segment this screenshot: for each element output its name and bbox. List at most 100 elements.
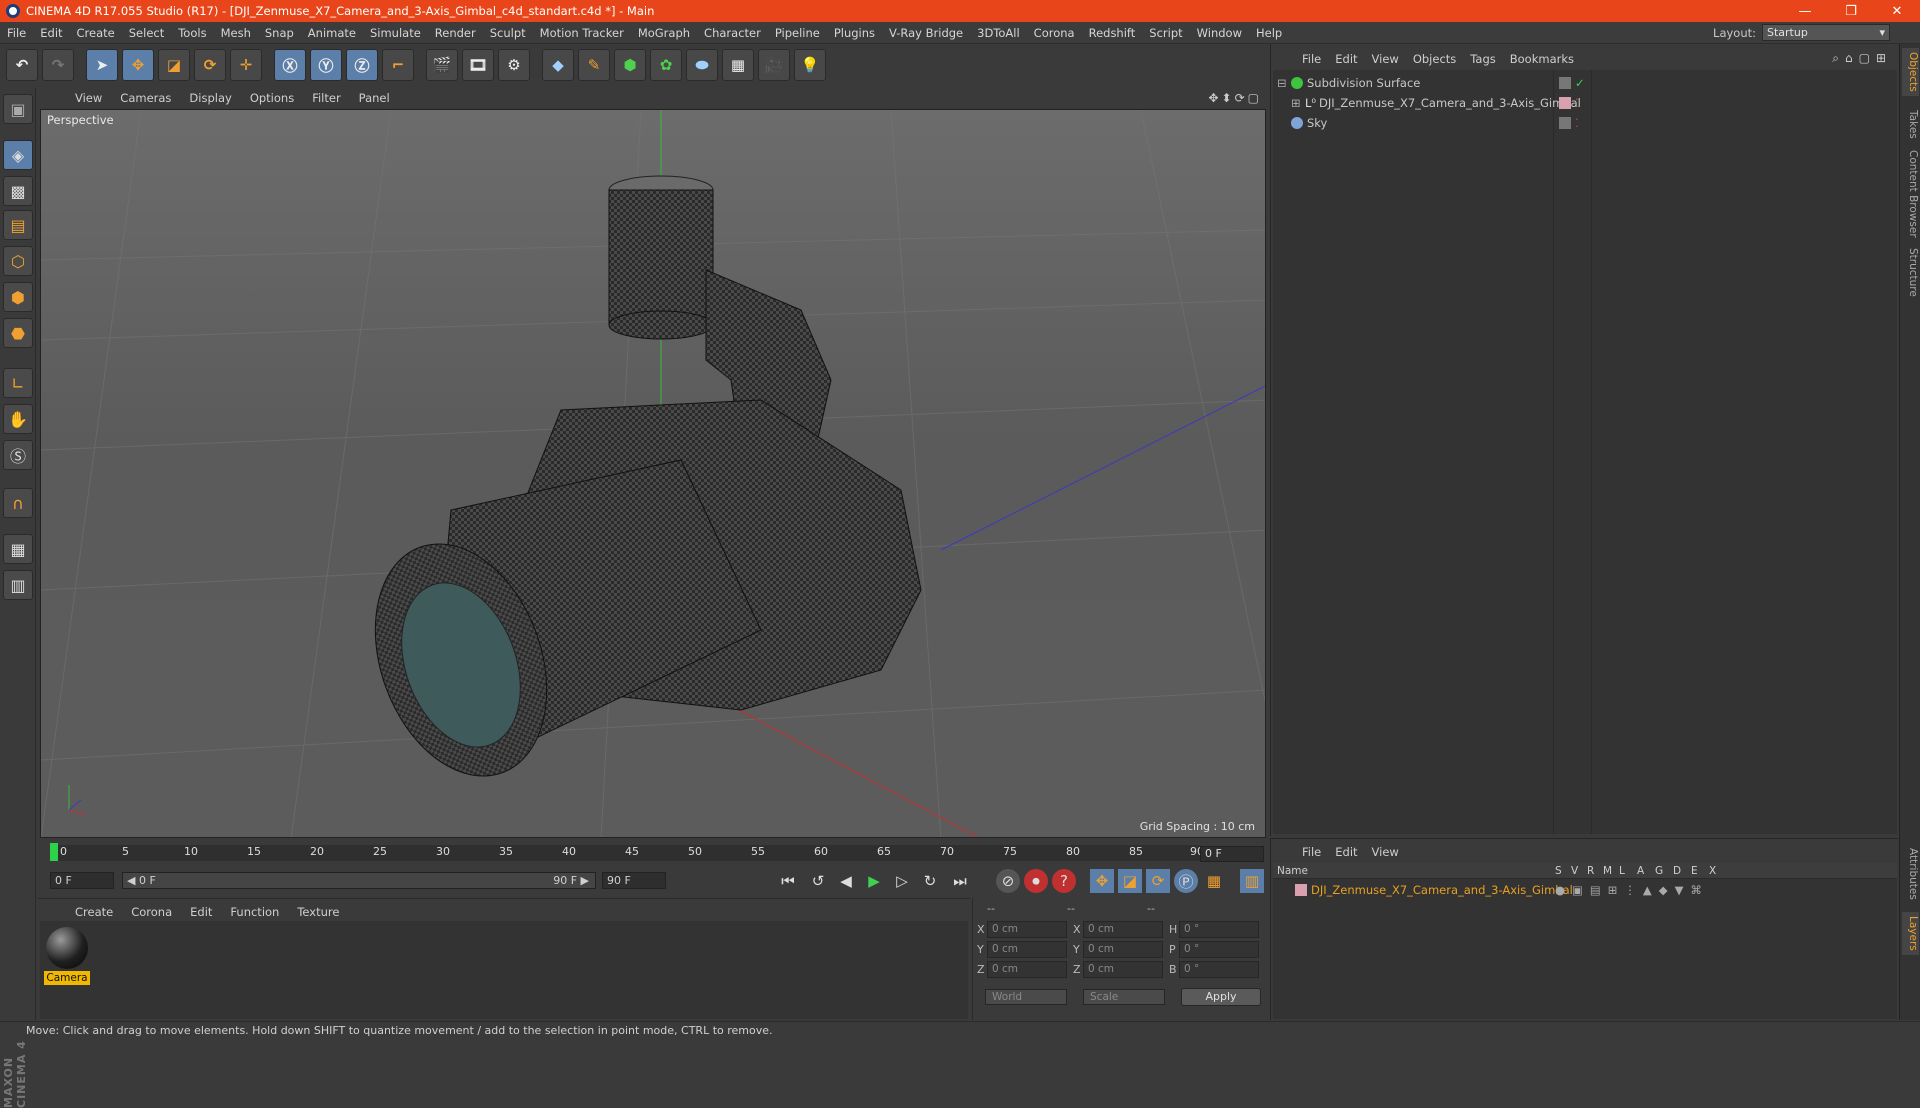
menu-3dtoall[interactable]: 3DToAll [970,26,1027,40]
position-x-field[interactable]: 0 cm [987,921,1067,938]
layer-toggle-icon[interactable] [1559,77,1571,89]
point-mode-icon[interactable]: ⬡ [3,246,33,276]
rotation-h-field[interactable]: 0 ° [1179,921,1259,938]
undo-icon[interactable]: ↶ [6,49,38,81]
menu-vray-bridge[interactable]: V-Ray Bridge [882,26,970,40]
timeline-playhead[interactable] [50,843,58,861]
transform-tool-icon[interactable]: ✛ [230,49,262,81]
object-name[interactable]: Sky [1307,114,1327,132]
workplane-mode-icon[interactable]: ▤ [3,210,33,240]
menu-render[interactable]: Render [428,26,483,40]
snap-icon[interactable]: ∩ [3,488,33,518]
layer-color-icon[interactable] [1559,97,1571,109]
axis-mode-icon[interactable]: ∟ [3,368,33,398]
tab-objects[interactable]: Objects [1902,48,1919,96]
size-z-field[interactable]: 0 cm [1083,961,1163,978]
perspective-viewport[interactable]: Perspective Grid Spacing : 10 cm [40,109,1266,838]
x-axis-lock-icon[interactable]: Ⓧ [274,49,306,81]
menu-simulate[interactable]: Simulate [363,26,428,40]
floor-scene-icon[interactable]: ▦ [722,49,754,81]
object-name[interactable]: Subdivision Surface [1307,74,1420,92]
menu-corona[interactable]: Corona [1027,26,1082,40]
menu-window[interactable]: Window [1190,26,1249,40]
object-row[interactable]: Sky ⁚ [1273,114,1897,132]
edge-mode-icon[interactable]: ⬢ [3,282,33,312]
menu-redshift[interactable]: Redshift [1082,26,1143,40]
tweak-mode-icon[interactable]: ✋ [3,404,33,434]
light-icon[interactable]: 💡 [794,49,826,81]
position-y-field[interactable]: 0 cm [987,941,1067,958]
material-menu-create[interactable]: Create [66,905,122,919]
viewport-menu-filter[interactable]: Filter [303,91,349,105]
camera-icon[interactable]: 🎥 [758,49,790,81]
key-help-icon[interactable]: ? [1052,869,1076,893]
position-z-field[interactable]: 0 cm [987,961,1067,978]
menu-mograph[interactable]: MoGraph [631,26,697,40]
layout-dropdown[interactable]: Startup [1762,24,1890,41]
go-to-end-icon[interactable]: ⏭ [948,869,972,893]
menu-mesh[interactable]: Mesh [214,26,258,40]
layer-row[interactable]: DJI_Zenmuse_X7_Camera_and_3-Axis_Gimbal … [1273,881,1897,899]
render-view-icon[interactable]: 🎬 [426,49,458,81]
viewport-menu-display[interactable]: Display [180,91,240,105]
move-tool-icon[interactable]: ✥ [122,49,154,81]
visibility-dot-icon[interactable]: ⁚ [1575,114,1579,132]
rotation-p-field[interactable]: 0 ° [1179,941,1259,958]
menu-select[interactable]: Select [122,26,171,40]
edit-render-settings-icon[interactable]: ⚙ [498,49,530,81]
menu-file[interactable]: File [0,26,33,40]
previous-key-icon[interactable]: ↺ [806,869,830,893]
subdivision-surface-icon[interactable]: ⬢ [614,49,646,81]
object-menu-tags[interactable]: Tags [1463,52,1502,66]
layer-menu-file[interactable]: File [1295,845,1328,859]
object-manager-search-icon[interactable]: ⌕⌂▢⊞ [1832,51,1892,66]
material-preview[interactable] [46,927,88,969]
planar-workplane-icon[interactable]: ▥ [3,570,33,600]
menu-tools[interactable]: Tools [171,26,213,40]
viewport-menu-panel[interactable]: Panel [350,91,399,105]
close-button[interactable]: ✕ [1874,0,1920,22]
next-key-icon[interactable]: ↻ [918,869,942,893]
object-row[interactable]: ⊞ L⁰ DJI_Zenmuse_X7_Camera_and_3-Axis_Gi… [1273,94,1897,112]
start-frame-field[interactable]: 0 F [50,872,114,889]
y-axis-lock-icon[interactable]: Ⓨ [310,49,342,81]
menu-motion-tracker[interactable]: Motion Tracker [533,26,631,40]
menu-pipeline[interactable]: Pipeline [768,26,827,40]
timeline-window-icon[interactable]: ▥ [1240,869,1264,893]
apply-button[interactable]: Apply [1181,988,1261,1006]
key-position-icon[interactable]: ✥ [1090,869,1114,893]
timeline-ruler[interactable]: 0 5 10 15 20 25 30 35 40 45 50 55 60 65 … [50,845,1204,861]
preview-range-slider[interactable]: ◀ 0 F 90 F ▶ [122,872,596,889]
previous-frame-icon[interactable]: ◀ [834,869,858,893]
polygon-mode-icon[interactable]: ⬣ [3,318,33,348]
object-row[interactable]: ⊟ Subdivision Surface ✓ [1273,74,1897,92]
minimize-button[interactable]: — [1782,0,1828,22]
coordinate-system-icon[interactable]: ⌐ [382,49,414,81]
z-axis-lock-icon[interactable]: Ⓩ [346,49,378,81]
menu-create[interactable]: Create [70,26,122,40]
menu-snap[interactable]: Snap [258,26,301,40]
object-menu-objects[interactable]: Objects [1406,52,1463,66]
key-scale-icon[interactable]: ◪ [1118,869,1142,893]
menu-animate[interactable]: Animate [301,26,363,40]
tab-structure[interactable]: Structure [1902,244,1919,301]
record-keyframe-icon[interactable]: ⊘ [996,869,1020,893]
end-frame-field[interactable]: 90 F [602,872,666,889]
model-mode-icon[interactable]: ◈ [3,140,33,170]
rotation-b-field[interactable]: 0 ° [1179,961,1259,978]
workplane-lock-icon[interactable]: ▦ [3,534,33,564]
render-picture-viewer-icon[interactable]: 🎞 [462,49,494,81]
tab-content-browser[interactable]: Content Browser [1902,146,1919,242]
material-menu-function[interactable]: Function [221,905,288,919]
expand-icon[interactable]: ⊟ [1277,74,1287,92]
tab-layers[interactable]: Layers [1902,912,1919,955]
current-frame-field[interactable]: 0 F [1200,846,1264,862]
viewport-menu-cameras[interactable]: Cameras [111,91,180,105]
rotate-tool-icon[interactable]: ⟳ [194,49,226,81]
material-menu-corona[interactable]: Corona [122,905,181,919]
material-menu-texture[interactable]: Texture [288,905,348,919]
object-name[interactable]: DJI_Zenmuse_X7_Camera_and_3-Axis_Gimbal [1319,94,1581,112]
size-x-field[interactable]: 0 cm [1083,921,1163,938]
object-menu-view[interactable]: View [1365,52,1406,66]
layer-name[interactable]: DJI_Zenmuse_X7_Camera_and_3-Axis_Gimbal [1311,881,1573,899]
